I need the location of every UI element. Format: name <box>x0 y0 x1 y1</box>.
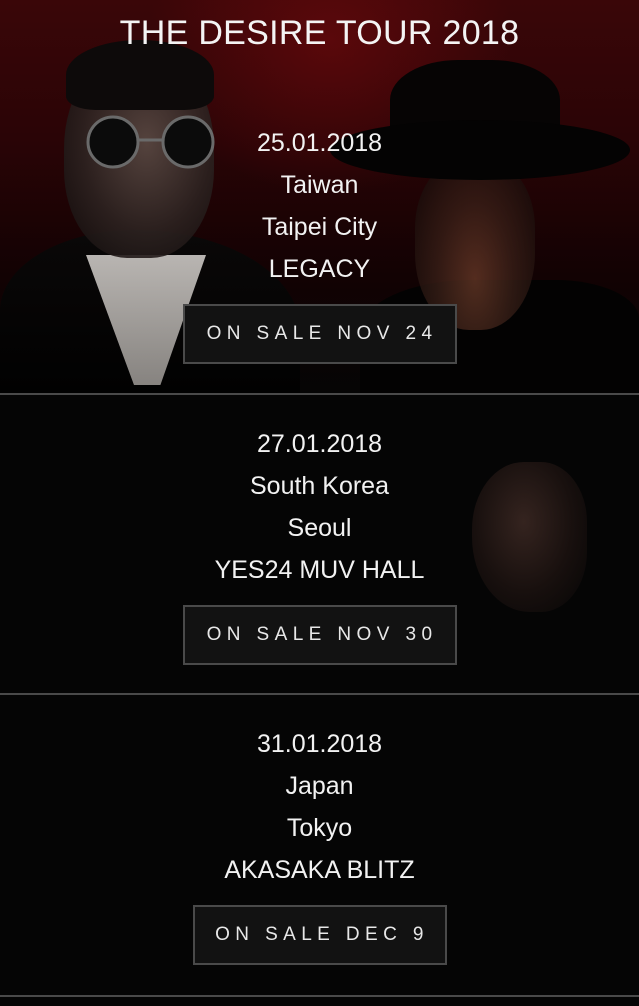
event-date: 25.01.2018 <box>256 129 383 157</box>
event-country: South Korea <box>250 472 389 500</box>
event-divider <box>0 393 639 395</box>
event-date: 27.01.2018 <box>256 430 383 458</box>
event-country: Japan <box>285 772 354 800</box>
event-divider <box>0 995 639 997</box>
tour-event-seoul: 27.01.2018 South Korea Seoul YES24 MUV H… <box>0 423 639 665</box>
event-city: Seoul <box>287 514 352 542</box>
event-country: Taiwan <box>280 171 359 199</box>
event-city: Taipei City <box>261 213 378 241</box>
page-title: THE DESIRE TOUR 2018 <box>119 14 520 52</box>
event-venue: LEGACY <box>268 255 371 283</box>
tour-event-taipei: 25.01.2018 Taiwan Taipei City LEGACY ON … <box>0 122 639 364</box>
on-sale-button[interactable]: ON SALE DEC 9 <box>192 905 447 965</box>
tour-event-tokyo: 31.01.2018 Japan Tokyo AKASAKA BLITZ ON … <box>0 723 639 965</box>
event-venue: YES24 MUV HALL <box>214 556 425 584</box>
event-venue: AKASAKA BLITZ <box>224 856 415 884</box>
event-divider <box>0 693 639 695</box>
on-sale-button[interactable]: ON SALE NOV 30 <box>182 605 457 665</box>
event-city: Tokyo <box>286 814 353 842</box>
on-sale-button[interactable]: ON SALE NOV 24 <box>182 304 457 364</box>
event-date: 31.01.2018 <box>256 730 383 758</box>
